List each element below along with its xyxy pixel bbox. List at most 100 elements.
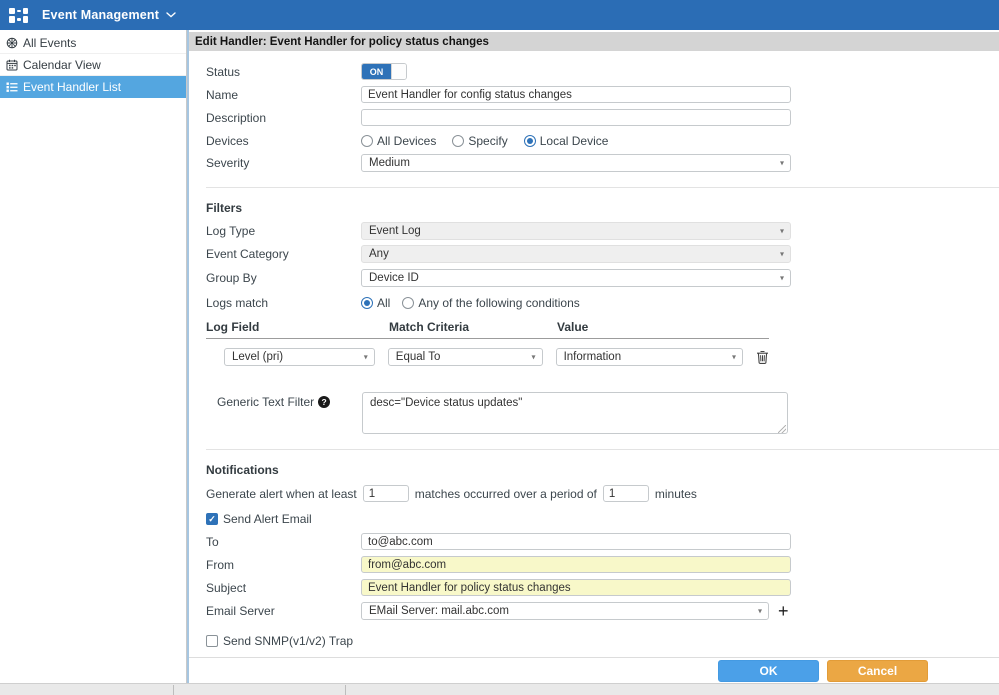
sidebar-item-calendar-view[interactable]: Calendar View [0,54,186,76]
generic-text-filter-textarea[interactable]: desc="Device status updates" [362,392,788,434]
generic-text-filter-label: Generic Text Filter [217,395,314,409]
generic-text-filter-row: Generic Text Filter ? desc="Device statu… [217,392,999,437]
generate-alert-prefix: Generate alert when at least [206,487,357,501]
checkbox-label: Send SNMP(v1/v2) Trap [223,634,353,648]
edit-handler-title-bar: Edit Handler: Event Handler for policy s… [189,32,999,51]
calendar-icon [6,59,18,71]
strip-divider [345,685,346,695]
radio-label: Specify [468,134,507,148]
event-category-label: Event Category [206,247,361,261]
section-divider [206,449,999,450]
value-column-header: Value [557,320,769,334]
add-email-server-button[interactable]: + [778,602,789,620]
dropdown-arrow-icon: ▾ [780,249,784,258]
radio-circle [402,297,414,309]
email-subject-input[interactable] [361,579,791,596]
alert-period-input[interactable] [603,485,649,502]
devices-label: Devices [206,134,361,148]
dropdown-arrow-icon: ▾ [364,352,368,361]
generate-alert-row: Generate alert when at least matches occ… [206,485,999,502]
dropdown-arrow-icon: ▾ [532,352,536,361]
name-label: Name [206,88,361,102]
condition-value-select[interactable]: Information ▾ [556,348,743,366]
sidebar-item-all-events[interactable]: All Events [0,32,186,54]
ok-button[interactable]: OK [718,660,819,682]
severity-value: Medium [369,157,410,169]
logs-match-radio-group: All Any of the following conditions [361,296,580,310]
subject-label: Subject [206,581,361,595]
dropdown-arrow-icon: ▾ [780,273,784,282]
fortinet-logo-icon [9,8,29,23]
match-criteria-select[interactable]: Equal To ▾ [388,348,543,366]
log-type-value: Event Log [369,225,421,237]
radio-local-device[interactable]: Local Device [524,134,609,148]
toggle-knob [391,64,406,79]
send-alert-email-checkbox[interactable]: ✓ Send Alert Email [206,512,999,526]
email-server-value: EMail Server: mail.abc.com [369,605,509,617]
generate-alert-suffix: minutes [655,487,697,501]
radio-circle [452,135,464,147]
severity-label: Severity [206,156,361,170]
radio-label: Any of the following conditions [418,296,579,310]
match-criteria-column-header: Match Criteria [389,320,557,334]
devices-radio-group: All Devices Specify Local Device [361,134,608,148]
email-server-select[interactable]: EMail Server: mail.abc.com ▾ [361,602,769,620]
app-title[interactable]: Event Management [42,8,159,22]
checkbox-box: ✓ [206,513,218,525]
email-server-label: Email Server [206,604,361,618]
status-label: Status [206,65,361,79]
content-panel: Edit Handler: Event Handler for policy s… [187,30,999,683]
log-field-select[interactable]: Level (pri) ▾ [224,348,375,366]
radio-all-devices[interactable]: All Devices [361,134,436,148]
list-icon [6,81,18,93]
severity-select[interactable]: Medium ▾ [361,154,791,172]
dropdown-arrow-icon: ▾ [780,226,784,235]
help-icon[interactable]: ? [318,396,330,408]
radio-label: All [377,296,390,310]
form-footer: OK Cancel [189,657,999,683]
log-field-value: Level (pri) [232,351,283,363]
log-type-label: Log Type [206,224,361,238]
condition-row: Level (pri) ▾ Equal To ▾ Information ▾ [224,348,769,366]
sidebar-item-event-handler-list[interactable]: Event Handler List [0,76,186,98]
description-label: Description [206,111,361,125]
radio-label: Local Device [540,134,609,148]
generate-alert-middle: matches occurred over a period of [415,487,597,501]
group-by-select[interactable]: Device ID ▾ [361,269,791,287]
toggle-on-label: ON [362,64,391,79]
resize-grip[interactable] [778,425,786,433]
description-input[interactable] [361,109,791,126]
event-category-select[interactable]: Any ▾ [361,245,791,263]
radio-circle [524,135,536,147]
dropdown-arrow-icon: ▾ [780,158,784,167]
top-bar: Event Management [0,0,999,30]
radio-specify[interactable]: Specify [452,134,507,148]
radio-circle [361,297,373,309]
send-snmp-trap-checkbox[interactable]: Send SNMP(v1/v2) Trap [206,634,999,648]
radio-logs-match-any[interactable]: Any of the following conditions [402,296,579,310]
alert-count-input[interactable] [363,485,409,502]
delete-condition-button[interactable] [756,350,769,364]
log-field-column-header: Log Field [206,320,389,334]
condition-value: Information [564,351,622,363]
chevron-down-icon[interactable] [166,12,176,18]
log-type-select[interactable]: Event Log ▾ [361,222,791,240]
checkbox-box [206,635,218,647]
group-by-label: Group By [206,271,361,285]
status-toggle[interactable]: ON [361,63,407,80]
sidebar-item-label: Event Handler List [23,80,121,94]
section-divider [206,187,999,188]
match-criteria-value: Equal To [396,351,441,363]
radio-label: All Devices [377,134,436,148]
trash-icon [756,350,769,364]
email-from-input[interactable] [361,556,791,573]
name-input[interactable] [361,86,791,103]
all-events-icon [6,37,18,49]
sidebar: All Events Calendar View [0,30,187,683]
checkbox-label: Send Alert Email [223,512,312,526]
cancel-button[interactable]: Cancel [827,660,928,682]
sidebar-item-label: All Events [23,36,76,50]
radio-logs-match-all[interactable]: All [361,296,390,310]
email-to-input[interactable] [361,533,791,550]
event-category-value: Any [369,248,389,260]
